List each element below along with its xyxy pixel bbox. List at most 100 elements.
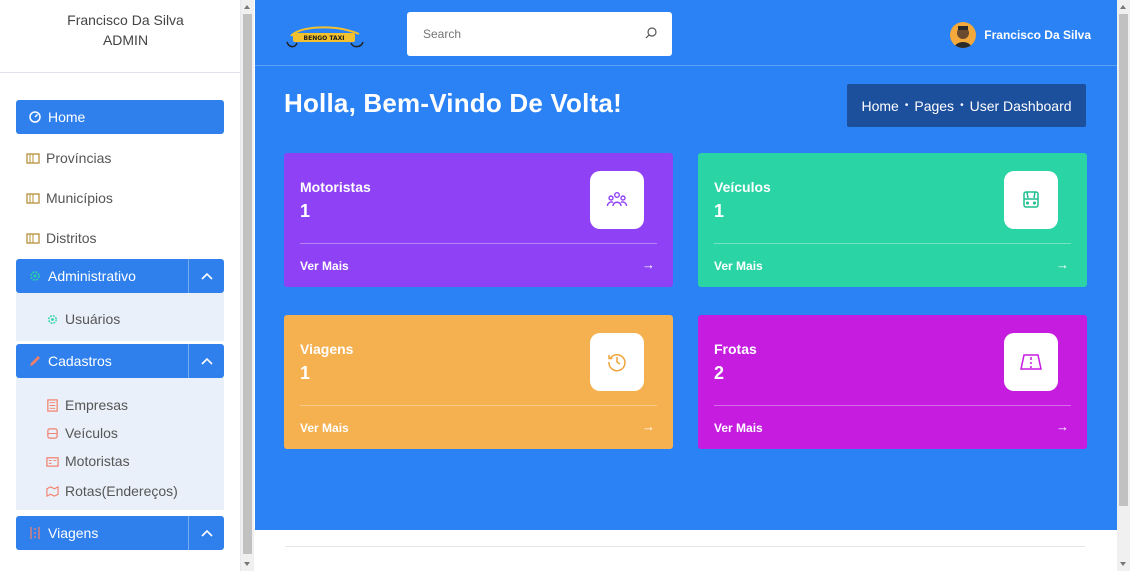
sidebar-subitem-veiculos[interactable]: Veículos bbox=[46, 421, 118, 445]
breadcrumb: Home • Pages • User Dashboard bbox=[847, 84, 1086, 127]
sidebar-user-role: ADMIN bbox=[102, 32, 149, 48]
sidebar-user-name: Francisco Da Silva bbox=[67, 12, 184, 28]
sidebar-item-label: Distritos bbox=[46, 230, 97, 246]
search-box[interactable] bbox=[407, 12, 672, 56]
arrow-right-icon[interactable]: → bbox=[1056, 419, 1069, 434]
dashboard-icon bbox=[29, 111, 41, 123]
breadcrumb-item-home[interactable]: Home bbox=[861, 98, 898, 114]
car-icon bbox=[47, 427, 58, 439]
divider bbox=[0, 72, 241, 73]
scroll-down-icon[interactable] bbox=[244, 562, 250, 566]
search-icon[interactable] bbox=[644, 26, 658, 40]
card-icon-box bbox=[590, 171, 644, 229]
scrollbar-thumb[interactable] bbox=[243, 14, 252, 554]
chevron-up-icon[interactable] bbox=[188, 344, 224, 378]
sidebar-subitem-motoristas[interactable]: Motoristas bbox=[46, 449, 130, 473]
stat-card-viagens[interactable]: Viagens 1 Ver Mais → bbox=[284, 315, 673, 449]
sidebar-subitem-empresas[interactable]: Empresas bbox=[46, 393, 128, 417]
map-icon bbox=[1020, 354, 1042, 370]
sidebar-item-municipios[interactable]: Municípios bbox=[16, 185, 224, 211]
card-link[interactable]: Ver Mais bbox=[714, 421, 763, 435]
sidebar-group-cadastros[interactable]: Cadastros bbox=[16, 344, 224, 378]
scrollbar-thumb[interactable] bbox=[1119, 14, 1128, 506]
card-count: 1 bbox=[300, 201, 311, 221]
sidebar-subitem-label: Motoristas bbox=[65, 453, 130, 469]
sidebar-subitem-label: Empresas bbox=[65, 397, 129, 413]
card-count: 1 bbox=[714, 201, 725, 221]
arrow-right-icon[interactable]: → bbox=[1056, 257, 1069, 272]
card-count: 1 bbox=[300, 363, 311, 383]
card-label: Viagens bbox=[300, 341, 354, 357]
stat-card-motoristas[interactable]: Motoristas 1 Ver Mais → bbox=[284, 153, 673, 287]
sidebar-item-distritos[interactable]: Distritos bbox=[16, 225, 224, 251]
sidebar-item-home[interactable]: Home bbox=[16, 100, 224, 134]
card-label: Veículos bbox=[714, 179, 771, 195]
arrow-right-icon[interactable]: → bbox=[642, 257, 655, 272]
scroll-up-icon[interactable] bbox=[244, 5, 250, 9]
pencil-icon bbox=[30, 356, 40, 366]
avatar[interactable] bbox=[950, 22, 977, 48]
divider bbox=[285, 546, 1085, 547]
breadcrumb-item-pages[interactable]: Pages bbox=[914, 98, 954, 114]
id-card-icon bbox=[46, 456, 59, 467]
chevron-up-icon[interactable] bbox=[188, 516, 224, 550]
scroll-down-icon[interactable] bbox=[1120, 562, 1126, 566]
folder-icon bbox=[26, 153, 40, 164]
sidebar-item-label: Home bbox=[48, 109, 86, 125]
gear-icon bbox=[48, 314, 57, 324]
chevron-up-icon[interactable] bbox=[188, 259, 224, 293]
sidebar-item-label: Municípios bbox=[46, 190, 113, 206]
card-icon-box bbox=[1004, 171, 1058, 229]
folder-icon bbox=[26, 233, 40, 244]
card-label: Frotas bbox=[714, 341, 757, 357]
search-input[interactable] bbox=[423, 27, 633, 41]
sidebar-group-label: Administrativo bbox=[48, 268, 136, 284]
sidebar-group-label: Viagens bbox=[48, 525, 99, 541]
sidebar-subitem-rotas[interactable]: Rotas(Endereços) bbox=[46, 479, 178, 503]
sidebar-subitem-label: Veículos bbox=[65, 425, 118, 441]
card-label: Motoristas bbox=[300, 179, 371, 195]
logo[interactable]: BENGO TAXI bbox=[285, 22, 365, 48]
divider bbox=[300, 405, 657, 406]
sidebar-subitem-label: Rotas(Endereços) bbox=[65, 483, 178, 499]
card-link[interactable]: Ver Mais bbox=[714, 259, 763, 273]
sidebar-user-info: Francisco Da Silva ADMIN bbox=[0, 0, 241, 72]
sidebar-group-viagens[interactable]: Viagens bbox=[16, 516, 224, 550]
dashboard-header-area: BENGO TAXI Francisco Da Silva Holla, Bem… bbox=[255, 0, 1117, 530]
logo-text: BENGO TAXI bbox=[304, 35, 345, 42]
breadcrumb-item-current: User Dashboard bbox=[969, 97, 1072, 114]
card-count: 2 bbox=[714, 363, 725, 383]
sidebar-group-administrativo[interactable]: Administrativo bbox=[16, 259, 224, 293]
sidebar: Francisco Da Silva ADMIN Home Províncias… bbox=[0, 0, 241, 571]
sidebar-scrollbar[interactable] bbox=[241, 0, 254, 571]
profile-name: Francisco Da Silva bbox=[984, 28, 1091, 42]
divider bbox=[300, 243, 657, 244]
card-icon-box bbox=[1004, 333, 1058, 391]
arrow-right-icon[interactable]: → bbox=[642, 419, 655, 434]
users-icon bbox=[606, 192, 628, 207]
main-scrollbar[interactable] bbox=[1117, 0, 1130, 571]
sidebar-item-provincias[interactable]: Províncias bbox=[16, 145, 224, 171]
topbar: BENGO TAXI Francisco Da Silva bbox=[255, 0, 1117, 66]
card-link[interactable]: Ver Mais bbox=[300, 421, 349, 435]
sidebar-subitem-label: Usuários bbox=[65, 311, 121, 327]
card-link[interactable]: Ver Mais bbox=[300, 259, 349, 273]
scroll-up-icon[interactable] bbox=[1120, 5, 1126, 9]
divider bbox=[714, 405, 1071, 406]
road-icon bbox=[30, 527, 40, 539]
divider bbox=[714, 243, 1071, 244]
card-icon-box bbox=[590, 333, 644, 391]
stat-card-frotas[interactable]: Frotas 2 Ver Mais → bbox=[698, 315, 1087, 449]
map-icon bbox=[46, 485, 59, 497]
main-content: BENGO TAXI Francisco Da Silva Holla, Bem… bbox=[255, 0, 1117, 571]
user-profile-menu[interactable]: Francisco Da Silva bbox=[950, 22, 1091, 48]
breadcrumb-separator: • bbox=[960, 100, 964, 111]
car-icon bbox=[1023, 191, 1039, 208]
sidebar-subitem-usuarios[interactable]: Usuários bbox=[46, 307, 120, 331]
sidebar-group-label: Cadastros bbox=[48, 353, 112, 369]
building-icon bbox=[47, 398, 58, 412]
page-title: Holla, Bem-Vindo De Volta! bbox=[284, 88, 622, 118]
breadcrumb-separator: • bbox=[904, 100, 909, 111]
stat-card-veiculos[interactable]: Veículos 1 Ver Mais → bbox=[698, 153, 1087, 287]
sidebar-item-label: Províncias bbox=[46, 150, 112, 166]
